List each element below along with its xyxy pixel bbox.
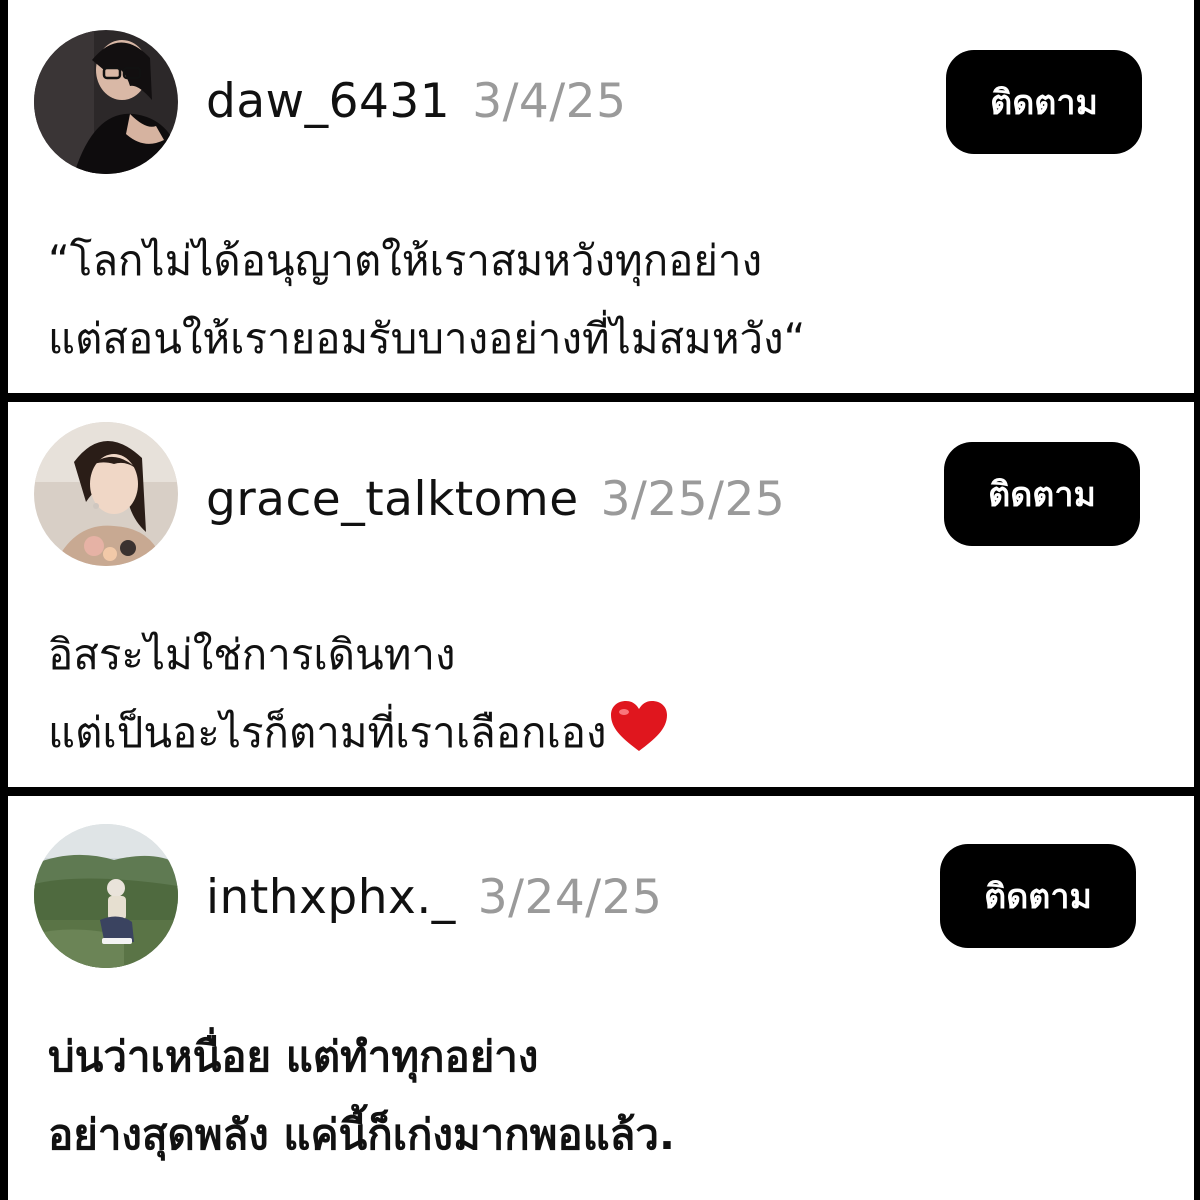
follow-button[interactable]: ติดตาม bbox=[940, 844, 1136, 948]
post-text: บ่นว่าเหนื่อย แต่ทำทุกอย่าง อย่างสุดพลัง… bbox=[48, 1018, 1174, 1174]
post-header: inthxphx._ 3/24/25 bbox=[206, 870, 662, 925]
post-card: grace_talktome 3/25/25 ติดตาม อิสระไม่ใช่… bbox=[8, 402, 1194, 787]
username[interactable]: daw_6431 bbox=[206, 74, 450, 129]
avatar[interactable] bbox=[34, 422, 178, 566]
post-text-line: “โลกไม่ได้อนุญาตให้เราสมหวังทุกอย่าง bbox=[48, 236, 763, 285]
post-date: 3/24/25 bbox=[477, 870, 663, 925]
post-date: 3/25/25 bbox=[600, 472, 786, 527]
avatar-image bbox=[34, 30, 178, 174]
post-text: “โลกไม่ได้อนุญาตให้เราสมหวังทุกอย่าง แต่… bbox=[48, 222, 1174, 378]
username[interactable]: inthxphx._ bbox=[206, 870, 456, 925]
avatar-image bbox=[34, 824, 178, 968]
post-text-line: อิสระไม่ใช่การเดินทาง bbox=[48, 630, 456, 679]
post-card: inthxphx._ 3/24/25 ติดตาม บ่นว่าเหนื่อย แ… bbox=[8, 796, 1194, 1200]
post-card: daw_6431 3/4/25 ติดตาม “โลกไม่ได้อนุญาตให… bbox=[8, 0, 1194, 393]
post-header: daw_6431 3/4/25 bbox=[206, 74, 626, 129]
post-text-line: บ่นว่าเหนื่อย แต่ทำทุกอย่าง bbox=[48, 1032, 539, 1081]
post-header: grace_talktome 3/25/25 bbox=[206, 472, 785, 527]
post-date: 3/4/25 bbox=[472, 74, 627, 129]
username[interactable]: grace_talktome bbox=[206, 472, 579, 527]
post-text: อิสระไม่ใช่การเดินทาง แต่เป็นอะไรก็ตามที… bbox=[48, 616, 1174, 772]
post-feed: daw_6431 3/4/25 ติดตาม “โลกไม่ได้อนุญาตให… bbox=[0, 0, 1200, 1200]
avatar-image bbox=[34, 422, 178, 566]
follow-button[interactable]: ติดตาม bbox=[944, 442, 1140, 546]
post-text-line-with-icon: แต่เป็นอะไรก็ตามที่เราเลือกเอง bbox=[48, 694, 1174, 772]
post-text-line: อย่างสุดพลัง แค่นี้ก็เก่งมากพอแล้ว. bbox=[48, 1110, 675, 1159]
avatar[interactable] bbox=[34, 30, 178, 174]
avatar[interactable] bbox=[34, 824, 178, 968]
post-text-line: แต่สอนให้เรายอมรับบางอย่างที่ไม่สมหวัง“ bbox=[48, 314, 806, 363]
follow-button[interactable]: ติดตาม bbox=[946, 50, 1142, 154]
post-text-line: แต่เป็นอะไรก็ตามที่เราเลือกเอง bbox=[48, 708, 607, 757]
red-heart-icon bbox=[610, 701, 667, 751]
